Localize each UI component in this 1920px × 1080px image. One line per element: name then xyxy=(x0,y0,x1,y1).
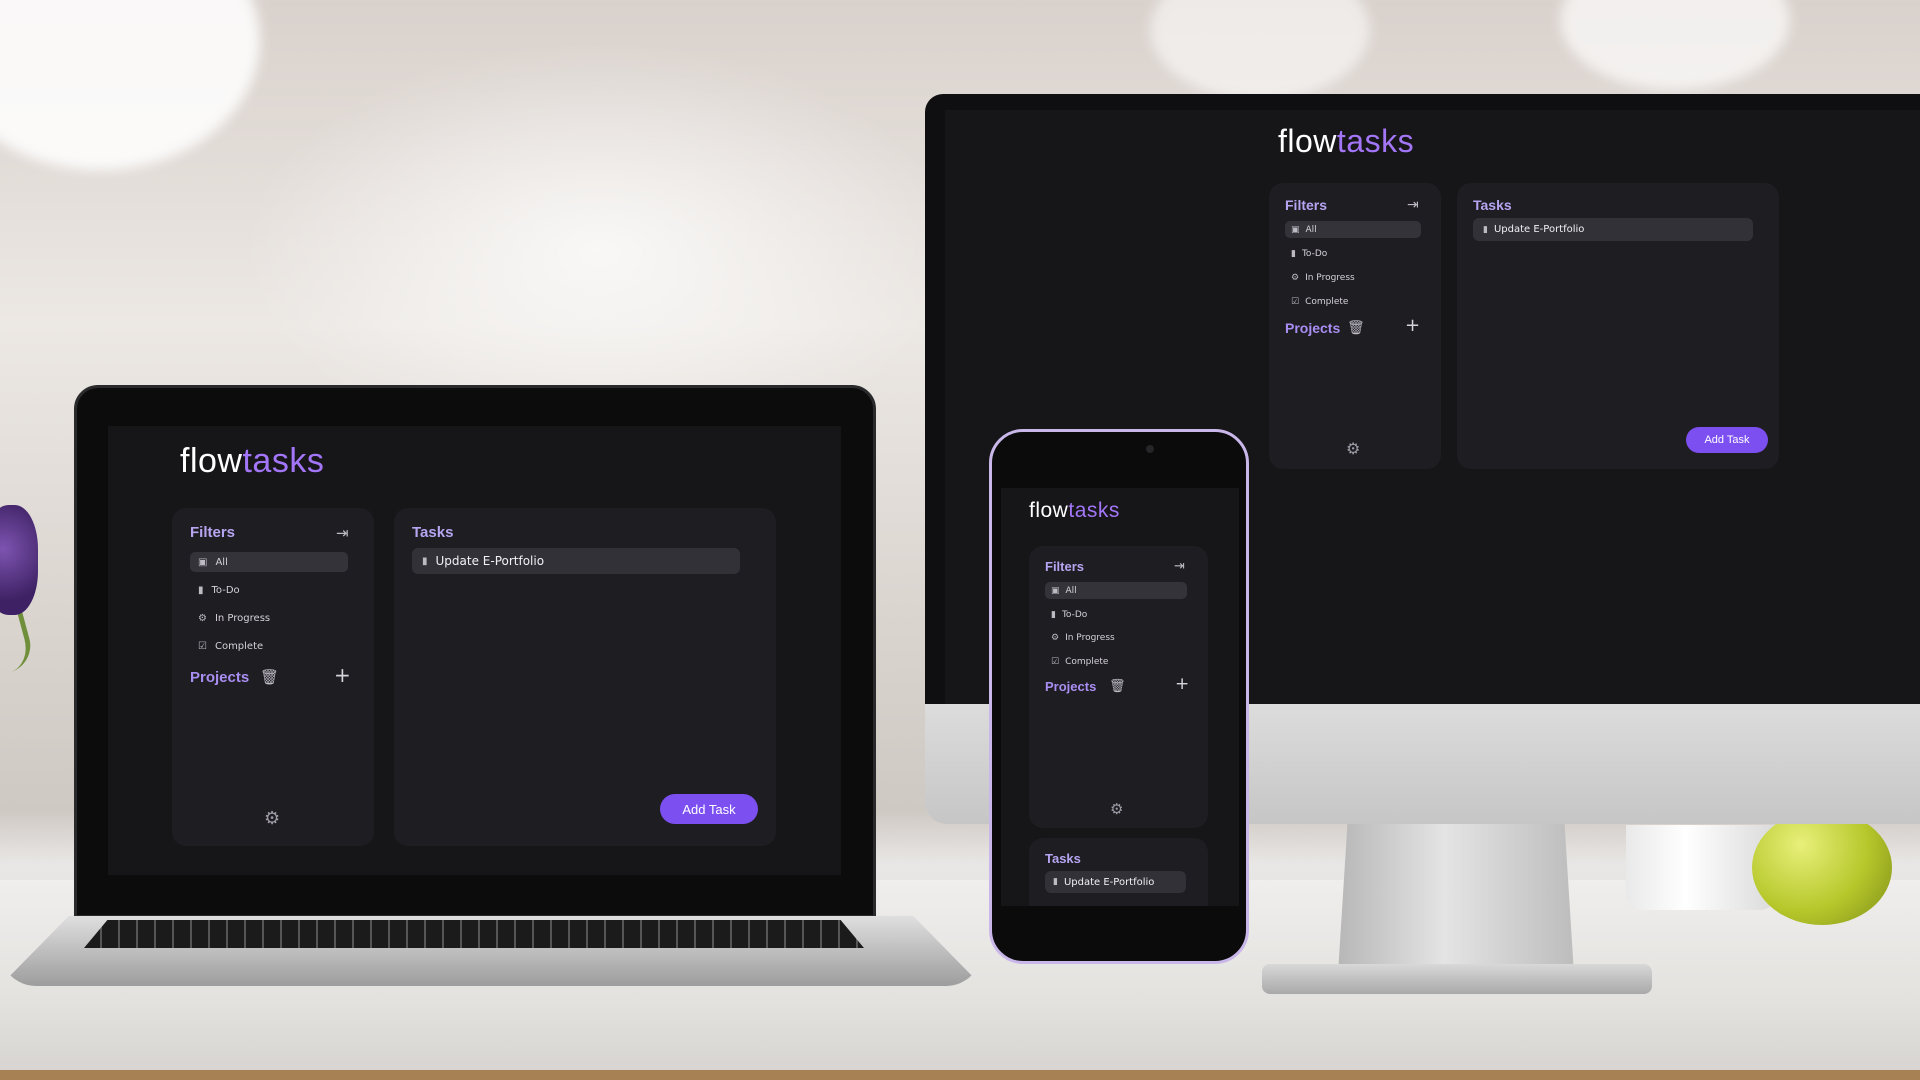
filter-item-label: To-Do xyxy=(1061,609,1088,620)
trash-icon[interactable]: 🗑 xyxy=(260,668,279,686)
filter-item-complete[interactable]: ☑ Complete xyxy=(1285,293,1421,310)
tasks-title: Tasks xyxy=(1473,197,1512,213)
plus-icon[interactable]: + xyxy=(1405,317,1420,335)
check-square-icon: ☑ xyxy=(1051,656,1060,667)
brand-logo: flowtasks xyxy=(1029,499,1120,523)
filter-item-label: Complete xyxy=(214,640,264,652)
brand-word-flow: flow xyxy=(1278,123,1337,159)
filter-item-in-progress[interactable]: ⚙ In Progress xyxy=(1045,629,1187,646)
phone-camera xyxy=(1146,445,1154,453)
task-item[interactable]: ▮ Update E-Portfolio xyxy=(1045,871,1186,893)
filter-item-label: In Progress xyxy=(1065,632,1115,643)
background-bokeh xyxy=(1150,0,1370,100)
tasks-panel: Tasks ▮ Update E-Portfolio Add Task xyxy=(394,508,776,846)
monitor-stand xyxy=(1338,824,1574,974)
filter-item-label: To-Do xyxy=(211,584,240,596)
check-square-icon: ☑ xyxy=(198,640,207,652)
gear-icon[interactable]: ⚙ xyxy=(1346,441,1360,457)
filter-item-all[interactable]: ▣ All xyxy=(190,552,348,572)
cogs-icon: ⚙ xyxy=(1051,632,1060,643)
brand-word-tasks: tasks xyxy=(1068,499,1120,522)
filters-title: Filters xyxy=(1045,559,1085,574)
brand-word-tasks: tasks xyxy=(242,442,325,480)
clipboard-icon: ▮ xyxy=(1051,609,1056,620)
brand-logo: flowtasks xyxy=(1278,123,1414,160)
logout-icon[interactable]: ⇥ xyxy=(1407,197,1419,213)
task-item-label: Update E-Portfolio xyxy=(1063,876,1155,888)
filter-item-label: All xyxy=(215,556,228,568)
filter-item-todo[interactable]: ▮ To-Do xyxy=(1045,606,1187,623)
tasks-title: Tasks xyxy=(1045,851,1081,866)
filters-title: Filters xyxy=(190,524,236,541)
filter-item-todo[interactable]: ▮ To-Do xyxy=(1285,245,1421,262)
filter-item-complete[interactable]: ☑ Complete xyxy=(190,636,348,656)
phone-screen: flowtasks Filters ⇥ ▣ All ▮ To-Do ⚙ In P… xyxy=(1001,488,1239,906)
projects-title: Projects xyxy=(190,669,250,686)
apple xyxy=(1752,810,1892,925)
brand-word-flow: flow xyxy=(1029,499,1069,522)
filter-item-in-progress[interactable]: ⚙ In Progress xyxy=(190,608,348,628)
add-task-button[interactable]: Add Task xyxy=(660,794,758,824)
plus-icon[interactable]: + xyxy=(1175,676,1189,693)
inbox-icon: ▣ xyxy=(198,556,208,568)
clipboard-icon: ▮ xyxy=(1053,877,1058,887)
filter-item-label: In Progress xyxy=(214,612,271,624)
gear-icon[interactable]: ⚙ xyxy=(264,810,280,828)
plus-icon[interactable]: + xyxy=(334,665,351,685)
task-item-label: Update E-Portfolio xyxy=(435,554,545,568)
filter-item-label: All xyxy=(1305,224,1317,235)
filter-item-in-progress[interactable]: ⚙ In Progress xyxy=(1285,269,1421,286)
monitor-foot xyxy=(1262,964,1652,994)
task-item[interactable]: ▮ Update E-Portfolio xyxy=(1473,218,1753,241)
filter-item-all[interactable]: ▣ All xyxy=(1285,221,1421,238)
brand-word-flow: flow xyxy=(180,442,243,480)
cogs-icon: ⚙ xyxy=(1291,272,1300,283)
logout-icon[interactable]: ⇥ xyxy=(336,524,349,542)
logout-icon[interactable]: ⇥ xyxy=(1174,559,1185,574)
laptop-screen: flowtasks Filters ⇥ ▣ All ▮ To-Do ⚙ In P… xyxy=(108,426,841,875)
gear-icon[interactable]: ⚙ xyxy=(1110,802,1123,817)
tasks-panel: Tasks ▮ Update E-Portfolio xyxy=(1029,838,1208,906)
filter-item-label: Complete xyxy=(1305,296,1349,307)
clipboard-icon: ▮ xyxy=(198,584,204,596)
filters-title: Filters xyxy=(1285,197,1328,213)
clipboard-icon: ▮ xyxy=(422,555,428,567)
task-item[interactable]: ▮ Update E-Portfolio xyxy=(412,548,740,574)
filter-item-all[interactable]: ▣ All xyxy=(1045,582,1187,599)
brand-word-tasks: tasks xyxy=(1336,123,1415,159)
brand-logo: flowtasks xyxy=(180,442,324,481)
clipboard-icon: ▮ xyxy=(1291,248,1296,259)
tasks-panel: Tasks ▮ Update E-Portfolio Add Task xyxy=(1457,183,1779,469)
filter-item-label: To-Do xyxy=(1301,248,1328,259)
filter-item-label: Complete xyxy=(1065,656,1109,667)
inbox-icon: ▣ xyxy=(1291,224,1300,235)
inbox-icon: ▣ xyxy=(1051,585,1060,596)
filter-item-label: In Progress xyxy=(1305,272,1355,283)
filter-item-todo[interactable]: ▮ To-Do xyxy=(190,580,348,600)
laptop-keyboard xyxy=(84,920,864,948)
check-square-icon: ☑ xyxy=(1291,296,1300,307)
desk-edge xyxy=(0,1070,1920,1080)
filters-panel: Filters ⇥ ▣ All ▮ To-Do ⚙ In Progress ☑ … xyxy=(1029,546,1208,828)
trash-icon[interactable]: 🗑 xyxy=(1347,320,1365,336)
flower xyxy=(0,505,38,615)
projects-title: Projects xyxy=(1285,320,1341,336)
filters-panel: Filters ⇥ ▣ All ▮ To-Do ⚙ In Progress ☑ … xyxy=(1269,183,1441,469)
filters-panel: Filters ⇥ ▣ All ▮ To-Do ⚙ In Progress ☑ … xyxy=(172,508,374,846)
clipboard-icon: ▮ xyxy=(1483,224,1488,235)
filter-item-label: All xyxy=(1065,585,1077,596)
filter-item-complete[interactable]: ☑ Complete xyxy=(1045,653,1187,670)
projects-title: Projects xyxy=(1045,679,1097,694)
background-bokeh xyxy=(1560,0,1790,90)
background-bokeh xyxy=(0,0,260,170)
tasks-title: Tasks xyxy=(412,524,454,541)
cogs-icon: ⚙ xyxy=(198,612,207,624)
add-task-button[interactable]: Add Task xyxy=(1686,427,1768,453)
trash-icon[interactable]: 🗑 xyxy=(1109,679,1126,694)
task-item-label: Update E-Portfolio xyxy=(1493,224,1585,235)
